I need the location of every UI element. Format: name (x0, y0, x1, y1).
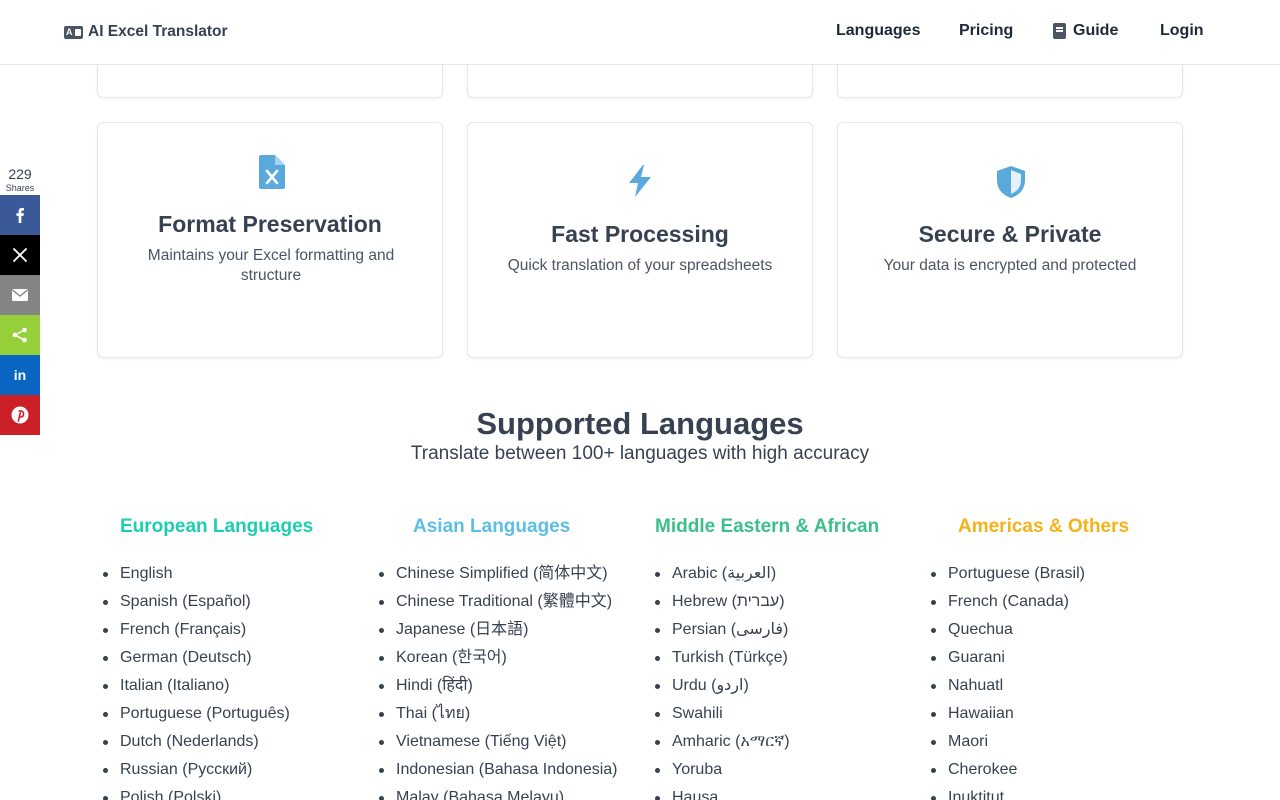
language-list-asian: Chinese Simplified (简体中文) Chinese Tradit… (379, 560, 618, 800)
list-item: Spanish (Español) (103, 588, 290, 616)
translate-icon (64, 25, 83, 39)
list-item: Urdu (اردو) (655, 672, 790, 700)
share-count-label: Shares (5, 183, 35, 193)
list-item: Thai (ไทย) (379, 700, 618, 728)
share-icon (12, 327, 27, 343)
share-count-number: 229 (8, 166, 32, 182)
list-item: French (Français) (103, 616, 290, 644)
book-icon (1053, 23, 1066, 39)
shield-icon (997, 166, 1025, 198)
list-item: Persian (فارسی) (655, 616, 790, 644)
list-item: Cherokee (931, 756, 1085, 784)
list-item: Hebrew (עברית) (655, 588, 790, 616)
languages-subtitle: Translate between 100+ languages with hi… (410, 443, 870, 464)
list-item: Amharic (አማርኛ) (655, 728, 790, 756)
site-header: AI Excel Translator Languages Pricing Gu… (0, 0, 1280, 65)
email-icon (12, 289, 28, 301)
share-generic-button[interactable] (0, 315, 40, 355)
language-list-european: English Spanish (Español) French (França… (103, 560, 290, 800)
list-item: Polish (Polski) (103, 784, 290, 800)
language-list-middle-eastern: Arabic (العربية) Hebrew (עברית) Persian … (655, 560, 790, 800)
list-item: Korean (한국어) (379, 644, 618, 672)
share-email-button[interactable] (0, 275, 40, 315)
brand-name: AI Excel Translator (88, 23, 228, 40)
list-item: French (Canada) (931, 588, 1085, 616)
share-facebook-button[interactable] (0, 195, 40, 235)
list-item: Guarani (931, 644, 1085, 672)
list-item: Hawaiian (931, 700, 1085, 728)
feature-title: Format Preservation (158, 211, 382, 237)
feature-desc: Maintains your Excel formatting and stru… (147, 247, 395, 284)
feature-title: Fast Processing (551, 221, 729, 247)
nav-guide[interactable]: Guide (1053, 22, 1118, 40)
list-item: Japanese (日本語) (379, 616, 618, 644)
list-item: English (103, 560, 290, 588)
list-item: Italian (Italiano) (103, 672, 290, 700)
feature-title: Secure & Private (918, 221, 1102, 247)
list-item: Nahuatl (931, 672, 1085, 700)
list-item: Chinese Simplified (简体中文) (379, 560, 618, 588)
nav-guide-label: Guide (1073, 22, 1119, 39)
list-item: German (Deutsch) (103, 644, 290, 672)
list-item: Malay (Bahasa Melayu) (379, 784, 618, 800)
list-item: Hausa (655, 784, 790, 800)
facebook-icon (16, 207, 24, 223)
col-title-asian: Asian Languages (413, 516, 571, 537)
lightning-icon (629, 165, 651, 197)
list-item: Chinese Traditional (繁體中文) (379, 588, 618, 616)
excel-file-icon (259, 155, 285, 189)
language-list-americas: Portuguese (Brasil) French (Canada) Quec… (931, 560, 1085, 800)
x-icon (13, 248, 27, 262)
list-item: Vietnamese (Tiếng Việt) (379, 728, 618, 756)
list-item: Maori (931, 728, 1085, 756)
linkedin-icon: in (13, 367, 27, 383)
list-item: Quechua (931, 616, 1085, 644)
list-item: Turkish (Türkçe) (655, 644, 790, 672)
col-title-european: European Languages (120, 516, 314, 537)
list-item: Hindi (हिंदी) (379, 672, 618, 700)
list-item: Inuktitut (931, 784, 1085, 800)
list-item: Portuguese (Português) (103, 700, 290, 728)
list-item: Russian (Русский) (103, 756, 290, 784)
feature-card-secure: Secure & Private Your data is encrypted … (837, 122, 1183, 358)
share-x-button[interactable] (0, 235, 40, 275)
feature-desc: Your data is encrypted and protected (883, 257, 1137, 274)
languages-title: Supported Languages (476, 406, 804, 441)
feature-card-speed: Fast Processing Quick translation of you… (467, 122, 813, 358)
feature-card-format: Format Preservation Maintains your Excel… (97, 122, 443, 358)
nav-pricing-label: Pricing (959, 22, 1014, 39)
nav-languages-label: Languages (836, 22, 921, 39)
nav-login-label: Login (1160, 22, 1204, 39)
list-item: Arabic (العربية) (655, 560, 790, 588)
brand-logo[interactable]: AI Excel Translator (64, 21, 228, 43)
share-linkedin-button[interactable]: in (0, 355, 40, 395)
list-item: Swahili (655, 700, 790, 728)
nav-languages[interactable]: Languages (836, 22, 920, 40)
col-title-middle-eastern: Middle Eastern & African (655, 516, 880, 537)
list-item: Dutch (Nederlands) (103, 728, 290, 756)
nav-pricing[interactable]: Pricing (959, 22, 1013, 40)
col-title-americas: Americas & Others (958, 516, 1130, 537)
share-count: 229 Shares (0, 166, 40, 193)
list-item: Indonesian (Bahasa Indonesia) (379, 756, 618, 784)
feature-desc: Quick translation of your spreadsheets (507, 257, 773, 274)
nav-login[interactable]: Login (1160, 22, 1204, 40)
list-item: Portuguese (Brasil) (931, 560, 1085, 588)
list-item: Yoruba (655, 756, 790, 784)
